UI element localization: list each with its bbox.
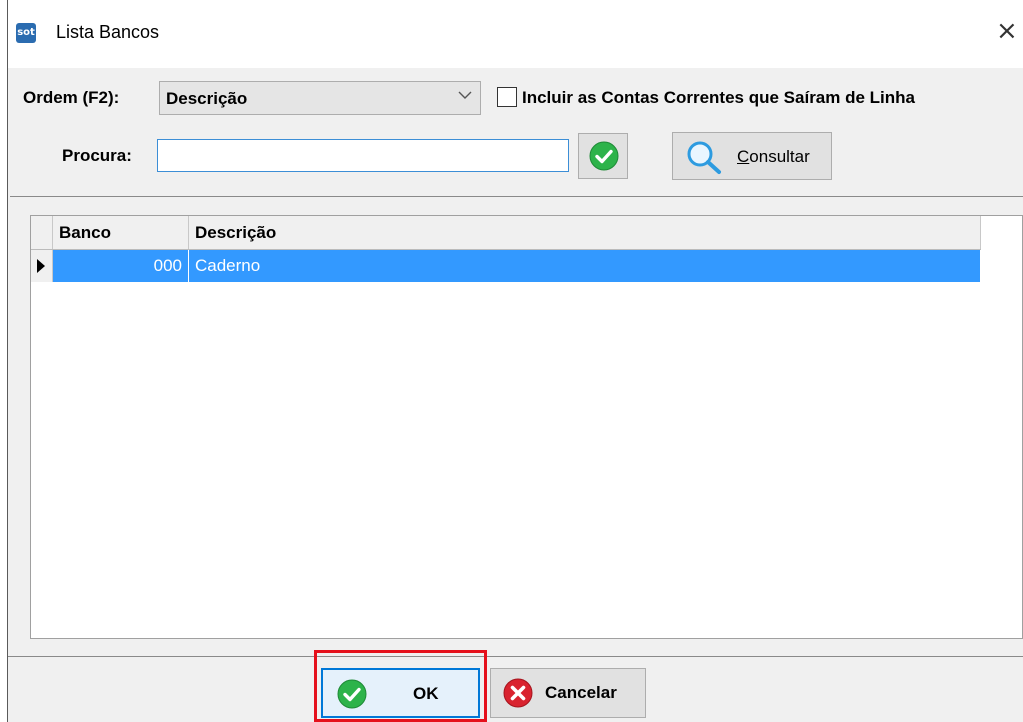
window-left-edge [0, 0, 8, 722]
row-pointer-icon [37, 259, 45, 273]
order-selected-value: Descrição [166, 89, 248, 108]
cell-descricao[interactable]: Caderno [189, 250, 981, 282]
consult-button-label: Consultar [737, 147, 810, 166]
table-row[interactable]: 000 Caderno [31, 250, 981, 282]
include-inactive-label[interactable]: Incluir as Contas Correntes que Saíram d… [522, 88, 915, 108]
close-icon[interactable]: × [996, 16, 1018, 46]
title-bar [8, 0, 1023, 68]
sot-app-icon: sot [16, 23, 36, 43]
cancel-button[interactable]: Cancelar [490, 668, 646, 718]
column-header-banco[interactable]: Banco [53, 216, 189, 249]
search-label: Procura: [62, 146, 132, 165]
green-check-icon [589, 141, 619, 171]
window-title: Lista Bancos [56, 22, 160, 42]
current-row-indicator [31, 250, 53, 282]
column-header-descricao[interactable]: Descrição [189, 216, 981, 249]
order-select[interactable]: Descrição [159, 81, 481, 115]
confirm-search-button[interactable] [578, 133, 628, 179]
include-inactive-checkbox[interactable] [497, 87, 517, 107]
consult-button[interactable]: Consultar [672, 132, 832, 180]
header-indicator-cell [31, 216, 53, 249]
red-x-icon [503, 678, 533, 708]
cell-banco[interactable]: 000 [53, 250, 189, 282]
banks-grid[interactable]: Banco Descrição 000 Caderno [30, 215, 1023, 639]
search-input[interactable] [157, 139, 569, 172]
magnifier-icon [687, 141, 721, 174]
grid-header: Banco Descrição [31, 216, 981, 250]
cancel-button-label: Cancelar [545, 683, 617, 702]
ok-highlight-box [314, 650, 487, 722]
chevron-down-icon [458, 87, 472, 103]
order-label: Ordem (F2): [23, 88, 120, 107]
